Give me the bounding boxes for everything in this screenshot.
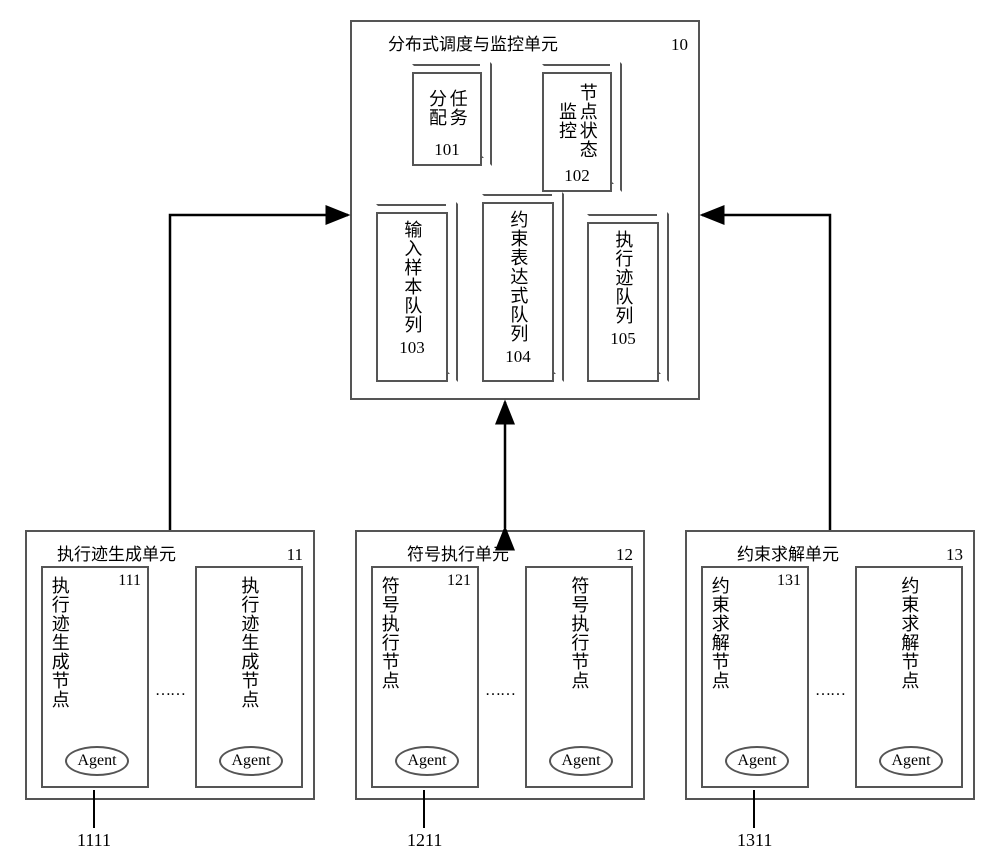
trace-gen-agent-2: Agent [219, 746, 283, 776]
unit-symbolic-num: 12 [616, 545, 633, 565]
unit-trace-gen-title-row: 执行迹生成单元 11 [33, 538, 307, 569]
symbolic-node-2: 符号执行节点 Agent [525, 566, 633, 788]
unit-solver-title-row: 约束求解单元 13 [693, 538, 967, 569]
trace-gen-node-1-title: 执行迹生成节点 111 [43, 572, 147, 709]
ellipsis-3: …… [815, 682, 845, 700]
top-unit-title: 分布式调度与监控单元 [388, 30, 558, 55]
symbolic-node-1: 符号执行节点 121 Agent [371, 566, 479, 788]
block-input-queue-label: 输入样本队列 [402, 220, 423, 334]
unit-trace-gen: 执行迹生成单元 11 执行迹生成节点 111 Agent …… 执行迹生成节点 … [25, 530, 315, 800]
unit-symbolic-title: 符号执行单元 [407, 540, 509, 565]
solver-node-1-title: 约束求解节点 131 [703, 572, 807, 690]
symbolic-agent-1: Agent [395, 746, 459, 776]
block-input-queue: 输入样本队列 103 [376, 212, 448, 382]
block-trace-queue: 执行迹队列 105 [587, 222, 659, 382]
solver-node-1-label: 约束求解节点 [709, 576, 730, 690]
symbolic-node-1-label: 符号执行节点 [379, 576, 400, 690]
unit-solver-num: 13 [946, 545, 963, 565]
trace-gen-node-1-label: 执行迹生成节点 [49, 576, 70, 709]
block-node-monitor-num: 102 [564, 166, 590, 186]
ellipsis-1: …… [155, 682, 185, 700]
block-trace-queue-num: 105 [610, 329, 636, 349]
trace-gen-node-2-label: 执行迹生成节点 [239, 576, 260, 709]
block-constraint-queue-num: 104 [505, 347, 531, 367]
solver-agent-2: Agent [879, 746, 943, 776]
symbolic-node-1-num: 121 [447, 572, 471, 690]
unit-trace-gen-num: 11 [287, 545, 303, 565]
lead-num-1211: 1211 [407, 830, 442, 851]
block-node-monitor: 节点状态监控 102 [542, 72, 612, 192]
top-unit-title-row: 分布式调度与监控单元 10 [358, 28, 692, 59]
symbolic-node-2-title: 符号执行节点 [527, 572, 631, 690]
block-constraint-queue: 约束表达式队列 104 [482, 202, 554, 382]
unit-solver-title: 约束求解单元 [737, 540, 839, 565]
block-node-monitor-label: 节点状态监控 [556, 80, 597, 162]
symbolic-node-1-title: 符号执行节点 121 [373, 572, 477, 690]
unit-solver: 约束求解单元 13 约束求解节点 131 Agent …… 约束求解节点 Age… [685, 530, 975, 800]
ellipsis-2: …… [485, 682, 515, 700]
block-input-queue-num: 103 [399, 338, 425, 358]
symbolic-node-2-label: 符号执行节点 [569, 576, 590, 690]
solver-agent-1: Agent [725, 746, 789, 776]
top-unit: 分布式调度与监控单元 10 任务分配 101 节点状态监控 102 输入样本队列… [350, 20, 700, 400]
trace-gen-node-2: 执行迹生成节点 Agent [195, 566, 303, 788]
lead-num-1111: 1111 [77, 830, 111, 851]
symbolic-agent-2: Agent [549, 746, 613, 776]
solver-node-2: 约束求解节点 Agent [855, 566, 963, 788]
solver-node-1: 约束求解节点 131 Agent [701, 566, 809, 788]
solver-node-2-label: 约束求解节点 [899, 576, 920, 690]
block-trace-queue-label: 执行迹队列 [613, 230, 634, 325]
block-constraint-queue-label: 约束表达式队列 [508, 210, 529, 343]
top-unit-num: 10 [671, 35, 688, 55]
unit-trace-gen-title: 执行迹生成单元 [57, 540, 176, 565]
trace-gen-node-1-num: 111 [118, 572, 141, 709]
block-task-alloc-label: 任务分配 [426, 80, 467, 136]
block-task-alloc-num: 101 [434, 140, 460, 160]
lead-num-1311: 1311 [737, 830, 772, 851]
trace-gen-node-1: 执行迹生成节点 111 Agent [41, 566, 149, 788]
unit-symbolic-title-row: 符号执行单元 12 [363, 538, 637, 569]
trace-gen-node-2-title: 执行迹生成节点 [197, 572, 301, 709]
block-task-alloc: 任务分配 101 [412, 72, 482, 166]
solver-node-2-title: 约束求解节点 [857, 572, 961, 690]
unit-symbolic: 符号执行单元 12 符号执行节点 121 Agent …… 符号执行节点 Age… [355, 530, 645, 800]
trace-gen-agent-1: Agent [65, 746, 129, 776]
solver-node-1-num: 131 [777, 572, 801, 690]
